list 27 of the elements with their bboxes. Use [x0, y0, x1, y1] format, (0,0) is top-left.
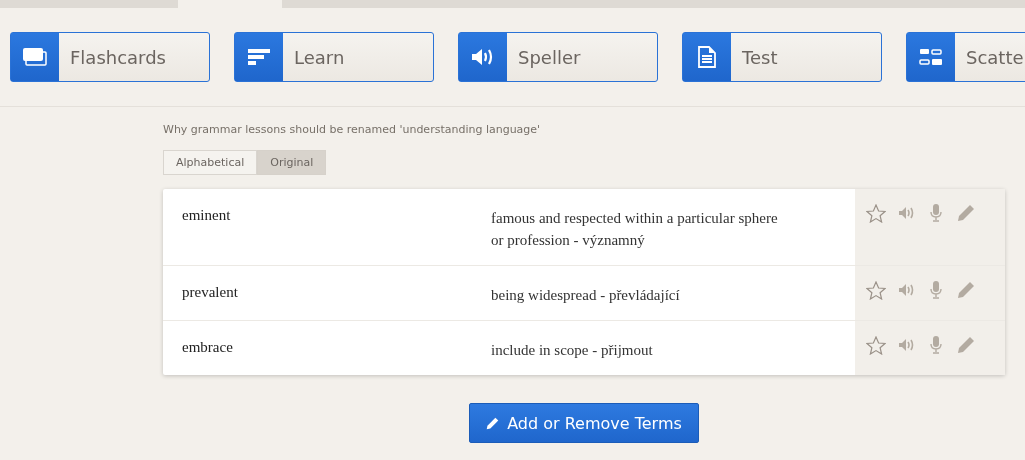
tiles-icon — [919, 48, 943, 66]
definition-text: famous and respected within a particular sphere or profession - významný — [491, 209, 779, 250]
sort-tab[interactable]: Alphabetical — [163, 150, 258, 175]
speaker-icon — [471, 47, 495, 67]
term-text: prevalent — [181, 283, 239, 302]
sort-tab[interactable]: Original — [257, 150, 327, 175]
add-remove-terms-button[interactable]: Add or Remove Terms — [469, 403, 699, 443]
definition-text: include in scope - přijmout — [491, 341, 654, 360]
mode-button[interactable]: Speller — [458, 32, 658, 82]
pencil-icon[interactable] — [956, 280, 976, 300]
term-text: eminent — [181, 206, 232, 225]
star-button[interactable] — [866, 280, 886, 300]
term-text: embrace — [181, 338, 234, 357]
star-button[interactable] — [866, 203, 886, 223]
mode-button[interactable]: Scatte — [906, 32, 1025, 82]
definition-text: being widespread - převládající — [491, 286, 681, 305]
cards-icon — [23, 48, 47, 66]
set-title: Why grammar lessons should be renamed 'understanding language' — [163, 123, 542, 136]
mode-button[interactable]: Flashcards — [10, 32, 210, 82]
pencil-icon — [486, 416, 500, 430]
document-icon — [698, 46, 716, 68]
pencil-icon[interactable] — [956, 335, 976, 355]
pencil-icon[interactable] — [956, 203, 976, 223]
bars-icon — [248, 49, 270, 65]
star-button[interactable] — [866, 335, 886, 355]
mode-button[interactable]: Test — [682, 32, 882, 82]
mode-button[interactable]: Learn — [234, 32, 434, 82]
